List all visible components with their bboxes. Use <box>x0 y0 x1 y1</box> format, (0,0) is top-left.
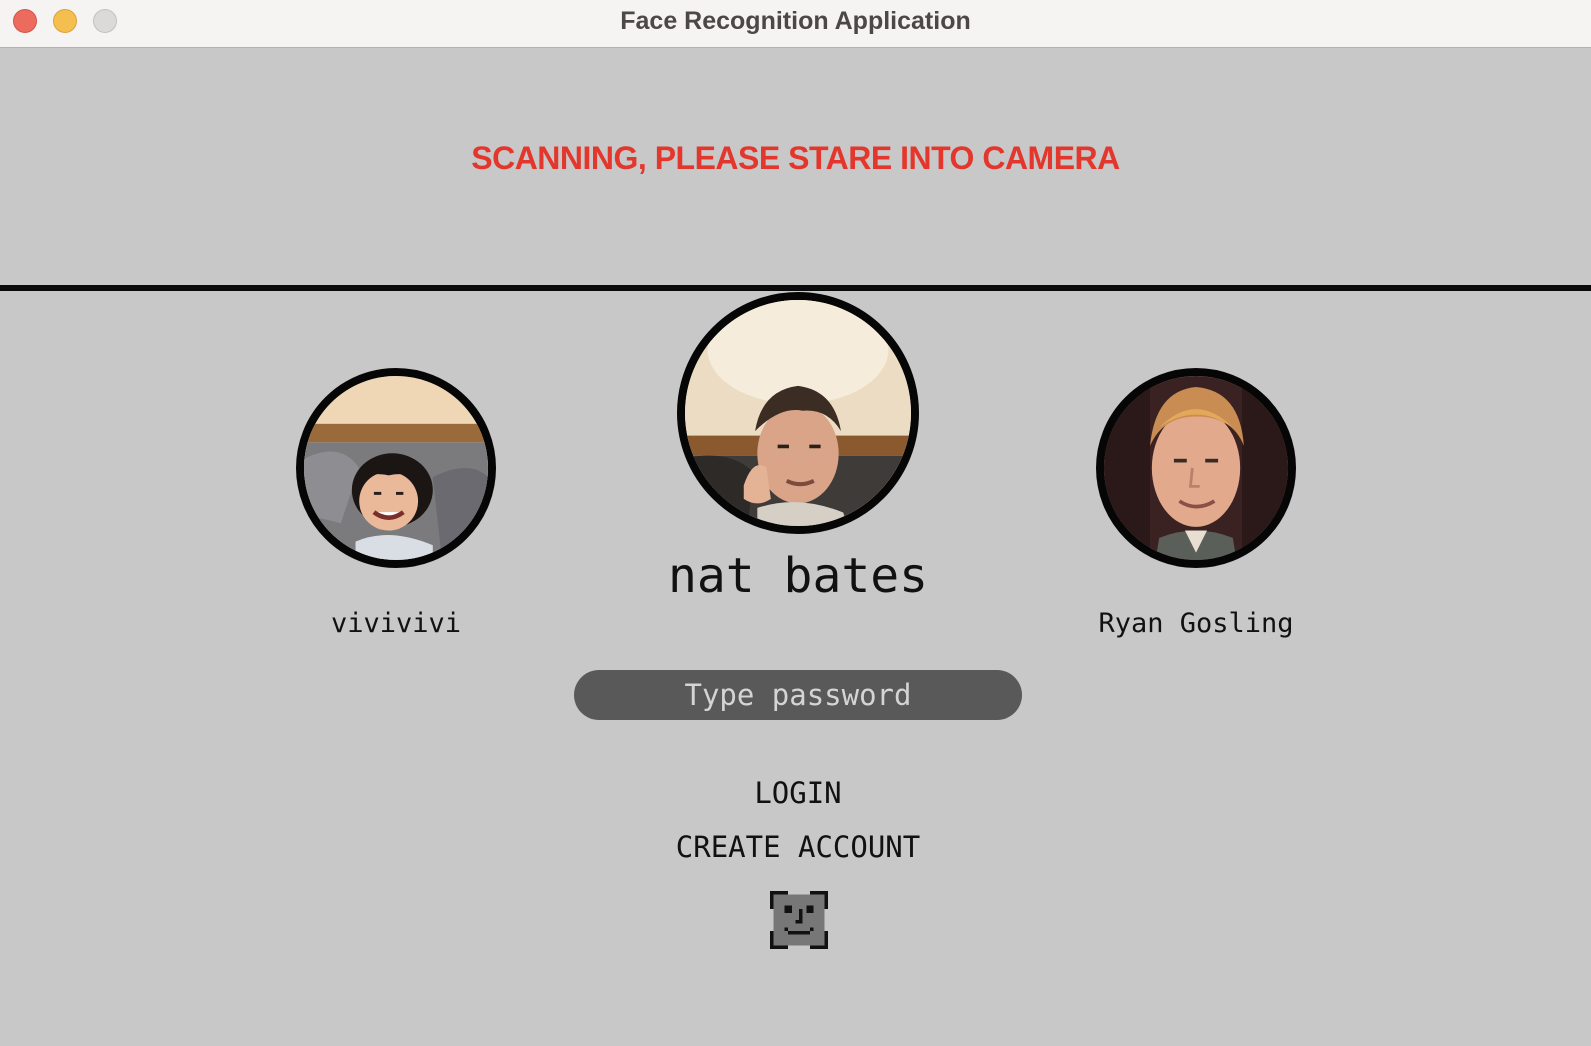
profile-avatar-center[interactable] <box>677 292 919 534</box>
login-button[interactable]: LOGIN <box>598 776 998 810</box>
window-title: Face Recognition Application <box>620 7 971 35</box>
profile-name-right: Ryan Gosling <box>1098 608 1294 639</box>
scan-status-message: SCANNING, PLEASE STARE INTO CAMERA <box>471 140 1120 176</box>
face-id-icon[interactable] <box>770 891 828 949</box>
profile-photo-right <box>1104 376 1288 560</box>
profile-photo-center <box>685 300 911 526</box>
create-account-button[interactable]: CREATE ACCOUNT <box>598 830 998 864</box>
profile-photo-left <box>304 376 488 560</box>
title-bar: Face Recognition Application <box>0 0 1591 48</box>
profile-avatar-right[interactable] <box>1096 368 1296 568</box>
profile-name-left: vivivivi <box>330 608 462 639</box>
app-window: Face Recognition Application SCANNING, P… <box>0 0 1591 1046</box>
profile-avatar-left[interactable] <box>296 368 496 568</box>
password-input[interactable] <box>574 670 1022 720</box>
profile-name-center: nat bates <box>667 548 929 604</box>
header-divider <box>0 285 1591 291</box>
